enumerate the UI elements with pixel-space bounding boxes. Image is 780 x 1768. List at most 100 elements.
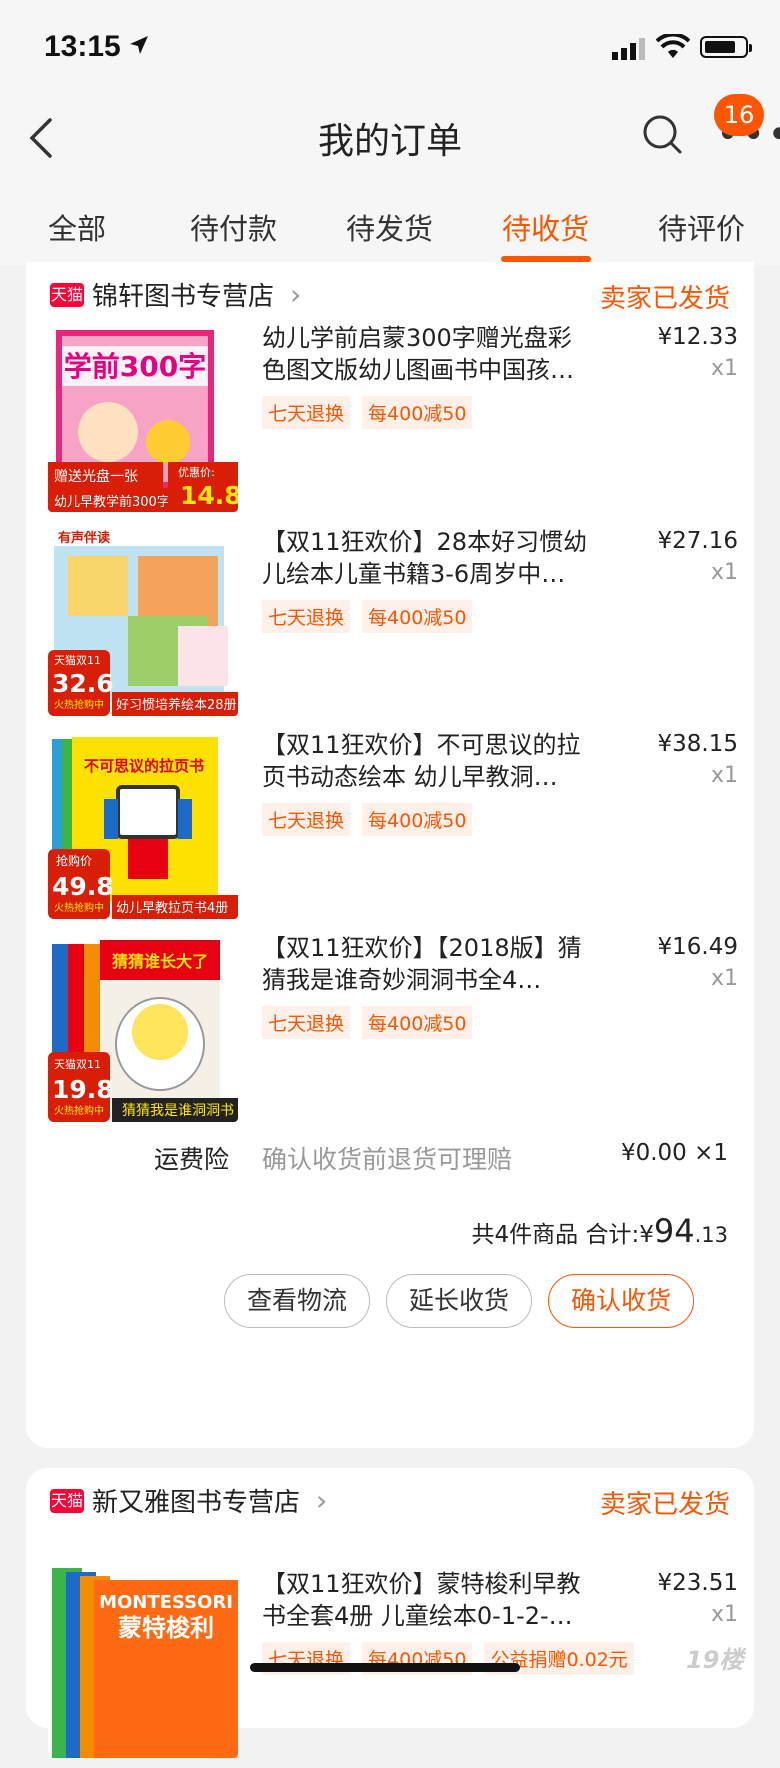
message-count-badge: 16 (714, 94, 764, 136)
shop-header[interactable]: 天猫 新又雅图书专营店 › (50, 1482, 327, 1522)
order-card[interactable]: 天猫 锦轩图书专营店 › 卖家已发货 学前300字 赠送光盘一张 幼儿早教学前300… (26, 262, 754, 1448)
shop-header[interactable]: 天猫 锦轩图书专营店 › (50, 276, 301, 316)
product-quantity: x1 (710, 356, 738, 381)
tag-discount: 每400减50 (362, 600, 473, 633)
product-quantity: x1 (710, 966, 738, 991)
tmall-logo: 天猫 (50, 1488, 84, 1513)
tmall-logo: 天猫 (50, 282, 84, 307)
order-status: 卖家已发货 (599, 1490, 730, 1520)
product-title[interactable]: 幼儿学前启蒙300字赠光盘彩色图文版幼儿图画书中国孩… (262, 322, 592, 386)
tag-seven-day-return: 七天退换 (262, 1006, 351, 1039)
product-thumbnail[interactable]: 猜猜谁长大了 天猫双11 19.8 火热抢购中 猜猜我是谁洞洞书 (48, 932, 238, 1122)
tab-pending-review[interactable]: 待评价 (658, 206, 745, 248)
product-quantity: x1 (710, 763, 738, 788)
chevron-right-icon: › (316, 1484, 328, 1517)
thumb-price: 19.8 (52, 1075, 114, 1104)
thumb-badge: 天猫双11 (54, 654, 101, 667)
status-time: 13:15 (44, 30, 121, 63)
product-price: ¥23.51 (657, 1570, 738, 1596)
nav-bar: 我的订单 ••• 16 (0, 94, 780, 170)
order-item[interactable]: 学前300字 赠送光盘一张 幼儿早教学前300字 优惠价: 14.8 幼儿学前启… (48, 322, 738, 522)
shipping-insurance-row: 运费险 确认收货前退货可理赔 ¥0.00 ×1 (26, 1140, 754, 1180)
view-logistics-button[interactable]: 查看物流 (224, 1274, 370, 1328)
order-item[interactable]: 有声伴读 天猫双11 32.6 火热抢购中 好习惯培养绘本28册 【双11狂欢价… (48, 526, 738, 726)
total-currency: ¥ (639, 1222, 654, 1248)
product-thumbnail[interactable]: 不可思议的拉页书 抢购价 49.8 火热抢购中 幼儿早教拉页书4册 (48, 729, 238, 919)
top-bar: 13:15 我的订单 ••• 16 全部 待付款 待发货 待收货 待评价 (0, 0, 780, 265)
order-card[interactable]: 天猫 新又雅图书专营店 › 卖家已发货 MONTESSORI 蒙特梭利 【双11狂欢… (26, 1468, 754, 1758)
total-count-text: 共4件商品 合计: (471, 1222, 640, 1248)
thumb-main-text: 蒙特梭利 (118, 1614, 214, 1642)
product-tags: 七天退换 每400减50 (262, 600, 484, 633)
thumb-top-text: MONTESSORI (99, 1592, 233, 1613)
thumb-hot: 火热抢购中 (54, 698, 104, 711)
product-price: ¥27.16 (657, 528, 738, 554)
product-thumbnail[interactable]: 有声伴读 天猫双11 32.6 火热抢购中 好习惯培养绘本28册 (48, 526, 238, 716)
tab-pending-shipment[interactable]: 待发货 (346, 206, 433, 248)
tag-seven-day-return: 七天退换 (262, 600, 351, 633)
thumb-top-text: 有声伴读 (58, 530, 110, 546)
thumb-hot: 火热抢购中 (54, 1104, 104, 1117)
thumb-price-label: 优惠价: (178, 465, 215, 479)
thumb-price: 14.8 (180, 481, 238, 510)
home-indicator[interactable] (250, 1663, 520, 1672)
status-bar: 13:15 (0, 30, 780, 70)
thumb-price: 32.6 (52, 669, 114, 698)
thumb-main-text: 学前300字 (64, 350, 206, 383)
cellular-signal-icon (612, 38, 646, 64)
thumb-bottom-text: 好习惯培养绘本28册 (116, 697, 237, 713)
thumb-sub-text: 赠送光盘一张 (54, 468, 138, 485)
insurance-desc: 确认收货前退货可理赔 (262, 1145, 513, 1174)
tag-discount: 每400减50 (362, 1006, 473, 1039)
extend-receipt-button[interactable]: 延长收货 (386, 1274, 532, 1328)
order-item[interactable]: 猜猜谁长大了 天猫双11 19.8 火热抢购中 猜猜我是谁洞洞书 【双11狂欢价… (48, 932, 738, 1132)
product-price: ¥38.15 (657, 731, 738, 757)
product-thumbnail[interactable]: MONTESSORI 蒙特梭利 (48, 1568, 238, 1758)
tab-all[interactable]: 全部 (48, 206, 106, 248)
tag-seven-day-return: 七天退换 (262, 396, 351, 429)
product-title[interactable]: 【双11狂欢价】蒙特梭利早教书全套4册 儿童绘本0-1-2-… (262, 1568, 592, 1632)
battery-icon (700, 36, 752, 58)
shop-name[interactable]: 锦轩图书专营店 (92, 282, 274, 312)
thumb-bottom-text: 幼儿早教学前300字 (54, 494, 170, 510)
product-title[interactable]: 【双11狂欢价】不可思议的拉页书动态绘本 幼儿早教洞… (262, 729, 592, 793)
thumb-bottom-text: 幼儿早教拉页书4册 (116, 900, 228, 916)
chevron-right-icon: › (290, 278, 302, 311)
order-total: 共4件商品 合计:¥94.13 (472, 1212, 728, 1250)
product-quantity: x1 (710, 1602, 738, 1627)
watermark-logo: 19楼 (686, 1646, 744, 1674)
tag-discount: 每400减50 (362, 803, 473, 836)
product-thumbnail[interactable]: 学前300字 赠送光盘一张 幼儿早教学前300字 优惠价: 14.8 (48, 322, 238, 512)
thumb-badge: 抢购价 (56, 853, 92, 868)
product-tags: 七天退换 每400减50 (262, 803, 484, 836)
insurance-price: ¥0.00 ×1 (620, 1140, 728, 1166)
order-tabs: 全部 待付款 待发货 待收货 待评价 (0, 200, 780, 265)
total-amount-int: 94 (653, 1212, 695, 1250)
product-title[interactable]: 【双11狂欢价】28本好习惯幼儿绘本儿童书籍3-6周岁中… (262, 526, 592, 590)
shop-name[interactable]: 新又雅图书专营店 (92, 1488, 300, 1518)
wifi-icon (655, 32, 691, 64)
product-title[interactable]: 【双11狂欢价】【2018版】猜猜我是谁奇妙洞洞书全4… (262, 932, 592, 996)
thumb-top-text: 不可思议的拉页书 (84, 757, 204, 775)
thumb-hot: 火热抢购中 (54, 901, 104, 914)
tab-pending-payment[interactable]: 待付款 (190, 206, 277, 248)
location-arrow-icon (128, 34, 150, 60)
total-amount-dec: .13 (694, 1223, 728, 1247)
product-price: ¥12.33 (657, 324, 738, 350)
product-tags: 七天退换 每400减50 (262, 396, 484, 429)
search-icon[interactable] (642, 114, 684, 160)
thumb-price: 49.8 (52, 872, 114, 901)
confirm-receipt-button[interactable]: 确认收货 (548, 1274, 694, 1328)
thumb-badge: 天猫双11 (54, 1058, 101, 1071)
product-price: ¥16.49 (657, 934, 738, 960)
thumb-bottom-text: 猜猜我是谁洞洞书 (122, 1103, 234, 1119)
product-tags: 七天退换 每400减50 (262, 1006, 484, 1039)
tag-discount: 每400减50 (362, 396, 473, 429)
order-status: 卖家已发货 (599, 284, 730, 314)
product-quantity: x1 (710, 560, 738, 585)
insurance-label: 运费险 (154, 1145, 230, 1174)
tab-pending-receipt[interactable]: 待收货 (502, 206, 589, 248)
tag-seven-day-return: 七天退换 (262, 803, 351, 836)
order-item[interactable]: 不可思议的拉页书 抢购价 49.8 火热抢购中 幼儿早教拉页书4册 【双11狂欢… (48, 729, 738, 929)
thumb-top-text: 猜猜谁长大了 (111, 952, 208, 971)
